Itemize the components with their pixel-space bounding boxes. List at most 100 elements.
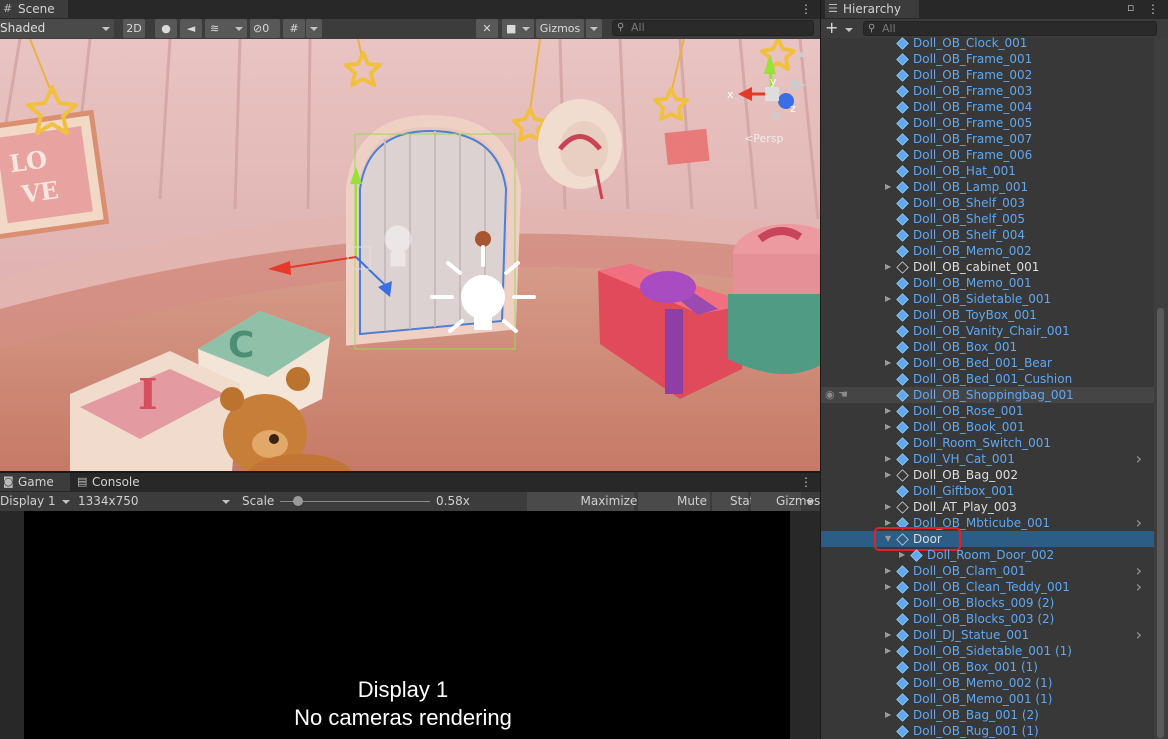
hierarchy-row[interactable]: ▶ Doll_OB_Lamp_001 <box>821 179 1168 195</box>
audio-toggle-button[interactable]: ◄ <box>180 19 202 38</box>
camera-dropdown[interactable]: ■ <box>502 19 534 38</box>
scale-slider[interactable] <box>280 492 430 511</box>
scene-menu-icon[interactable]: ⋮ <box>800 0 812 18</box>
hierarchy-row[interactable]: ▶ Doll_OB_Rose_001 <box>821 403 1168 419</box>
expand-arrow-right-icon[interactable]: ▶ <box>885 355 891 371</box>
hierarchy-row[interactable]: Doll_OB_Frame_001 <box>821 51 1168 67</box>
hierarchy-row[interactable]: Doll_OB_Bed_001_Cushion <box>821 371 1168 387</box>
hierarchy-row[interactable]: Doll_OB_Memo_001 <box>821 275 1168 291</box>
expand-arrow-right-icon[interactable]: ▶ <box>885 179 891 195</box>
expand-arrow-right-icon[interactable]: ▶ <box>885 499 891 515</box>
resolution-dropdown[interactable]: 1334x750 <box>78 492 234 511</box>
hierarchy-row[interactable]: Doll_OB_Vanity_Chair_001 <box>821 323 1168 339</box>
hierarchy-row[interactable]: Doll_OB_Memo_002 <box>821 243 1168 259</box>
hierarchy-row[interactable]: Doll_OB_ToyBox_001 <box>821 307 1168 323</box>
lighting-toggle-button[interactable]: ● <box>155 19 177 38</box>
tab-hierarchy[interactable]: ☰ Hierarchy <box>825 0 919 18</box>
hierarchy-row[interactable]: ▶ Doll_OB_Bed_001_Bear <box>821 355 1168 371</box>
maximize-on-play-button[interactable]: Maximize On Play <box>527 492 637 527</box>
hierarchy-row[interactable]: Doll_OB_Frame_002 <box>821 67 1168 83</box>
hierarchy-row[interactable]: ▶ Doll_OB_Sidetable_001 (1) <box>821 643 1168 659</box>
mute-audio-button[interactable]: Mute Audio <box>638 492 710 527</box>
lock-icon[interactable]: ▫ <box>1127 1 1134 14</box>
lock-icon[interactable]: ▪ <box>798 50 804 60</box>
hierarchy-row[interactable]: Doll_OB_Frame_005 <box>821 115 1168 131</box>
scene-visibility-button[interactable]: ⊘0 <box>250 19 280 38</box>
tab-game[interactable]: ◙ Game <box>0 473 70 491</box>
hierarchy-menu-icon[interactable]: ⋮ <box>1147 0 1159 18</box>
game-gizmos-button[interactable]: Gizmos <box>751 492 820 511</box>
hierarchy-search-input[interactable]: ⚲ All <box>863 21 1157 36</box>
hierarchy-row[interactable]: Doll_Room_Switch_001 <box>821 435 1168 451</box>
hierarchy-row[interactable]: Doll_Giftbox_001 <box>821 483 1168 499</box>
game-menu-icon[interactable]: ⋮ <box>800 473 812 491</box>
hierarchy-row[interactable]: Doll_OB_Rug_001 (1) <box>821 723 1168 739</box>
hierarchy-row[interactable]: ▶ Doll_OB_Clam_001 › <box>821 563 1168 579</box>
tools-button[interactable]: ✕ <box>476 19 498 38</box>
scene-viewport[interactable]: LO VE C I x y z ▪ <Persp <box>0 39 820 471</box>
grid-dropdown[interactable] <box>306 19 322 38</box>
chevron-right-icon[interactable]: › <box>1136 579 1142 595</box>
scale-slider-thumb[interactable] <box>293 496 303 506</box>
hierarchy-row[interactable]: Doll_OB_Shelf_005 <box>821 211 1168 227</box>
chevron-right-icon[interactable]: › <box>1136 515 1142 531</box>
hierarchy-row[interactable]: Doll_OB_Box_001 (1) <box>821 659 1168 675</box>
chevron-right-icon[interactable]: › <box>1136 451 1142 467</box>
hierarchy-row[interactable]: ▶ Doll_OB_cabinet_001 <box>821 259 1168 275</box>
expand-arrow-right-icon[interactable]: ▶ <box>885 563 891 579</box>
hierarchy-row[interactable]: ▶ Doll_OB_Clean_Teddy_001 › <box>821 579 1168 595</box>
hierarchy-row[interactable]: ◉ ☚ Doll_OB_Shoppingbag_001 <box>821 387 1168 403</box>
hierarchy-row[interactable]: Doll_OB_Memo_001 (1) <box>821 691 1168 707</box>
hierarchy-row[interactable]: ▶ Doll_OB_Book_001 <box>821 419 1168 435</box>
hierarchy-row[interactable]: Doll_OB_Box_001 <box>821 339 1168 355</box>
game-gizmos-dropdown[interactable] <box>802 492 818 511</box>
expand-arrow-right-icon[interactable]: ▶ <box>885 403 891 419</box>
tab-scene[interactable]: # Scene <box>0 0 68 18</box>
expand-arrow-right-icon[interactable]: ▶ <box>885 419 891 435</box>
hierarchy-row[interactable]: Doll_OB_Hat_001 <box>821 163 1168 179</box>
hierarchy-row[interactable]: ▶ Doll_Room_Door_002 <box>821 547 1168 563</box>
hierarchy-row[interactable]: ▶ Doll_VH_Cat_001 › <box>821 451 1168 467</box>
expand-arrow-right-icon[interactable]: ▶ <box>899 547 905 563</box>
tab-console[interactable]: ▤ Console <box>74 473 154 491</box>
hierarchy-row[interactable]: Doll_OB_Clock_001 <box>821 35 1168 51</box>
shading-mode-dropdown[interactable]: Shaded <box>0 19 114 38</box>
hierarchy-row[interactable]: ▶ Doll_OB_Sidetable_001 <box>821 291 1168 307</box>
projection-toggle[interactable]: <Persp <box>744 132 783 145</box>
effects-dropdown[interactable]: ≋ <box>205 19 247 38</box>
expand-arrow-right-icon[interactable]: ▶ <box>885 291 891 307</box>
stats-button[interactable]: Stats <box>712 492 761 511</box>
hierarchy-row[interactable]: Doll_OB_Frame_006 <box>821 147 1168 163</box>
hierarchy-row[interactable]: ▶ Doll_OB_Mbticube_001 › <box>821 515 1168 531</box>
chevron-right-icon[interactable]: › <box>1136 627 1142 643</box>
expand-arrow-right-icon[interactable]: ▶ <box>885 627 891 643</box>
expand-arrow-right-icon[interactable]: ▶ <box>885 643 891 659</box>
scrollbar-thumb[interactable] <box>1157 308 1164 738</box>
hierarchy-row[interactable]: Doll_OB_Frame_004 <box>821 99 1168 115</box>
toggle-2d-button[interactable]: 2D <box>123 19 145 38</box>
display-dropdown[interactable]: Display 1 <box>0 492 74 511</box>
expand-arrow-right-icon[interactable]: ▶ <box>885 579 891 595</box>
hierarchy-row[interactable]: ▼ Door <box>821 527 1168 551</box>
expand-arrow-right-icon[interactable]: ▶ <box>885 259 891 275</box>
hierarchy-row[interactable]: Doll_OB_Blocks_009 (2) <box>821 595 1168 611</box>
scrollbar[interactable] <box>1154 38 1168 739</box>
expand-arrow-right-icon[interactable]: ▶ <box>885 451 891 467</box>
hierarchy-row[interactable]: ▶ Doll_AT_Play_003 <box>821 499 1168 515</box>
expand-arrow-right-icon[interactable]: ▶ <box>885 707 891 723</box>
hierarchy-row[interactable]: ▶ Doll_OB_Bag_001 (2) <box>821 707 1168 723</box>
grid-toggle-button[interactable]: # <box>283 19 305 38</box>
gizmos-button[interactable]: Gizmos <box>536 19 584 38</box>
hierarchy-row[interactable]: Doll_OB_Shelf_004 <box>821 227 1168 243</box>
visibility-toggle-icon[interactable]: ◉ ☚ <box>825 387 848 403</box>
scene-search-input[interactable]: ⚲ All <box>612 20 814 36</box>
hierarchy-row[interactable]: Doll_OB_Shelf_003 <box>821 195 1168 211</box>
hierarchy-row[interactable]: Doll_OB_Memo_002 (1) <box>821 675 1168 691</box>
hierarchy-row[interactable]: Doll_OB_Frame_007 <box>821 131 1168 147</box>
gizmos-dropdown[interactable] <box>586 19 602 38</box>
hierarchy-row[interactable]: ▶ Doll_DJ_Statue_001 › <box>821 627 1168 643</box>
hierarchy-row[interactable]: Doll_OB_Frame_003 <box>821 83 1168 99</box>
hierarchy-row[interactable]: ▶ Doll_OB_Bag_002 <box>821 467 1168 483</box>
hierarchy-row[interactable]: Doll_OB_Blocks_003 (2) <box>821 611 1168 627</box>
expand-arrow-right-icon[interactable]: ▶ <box>885 467 891 483</box>
